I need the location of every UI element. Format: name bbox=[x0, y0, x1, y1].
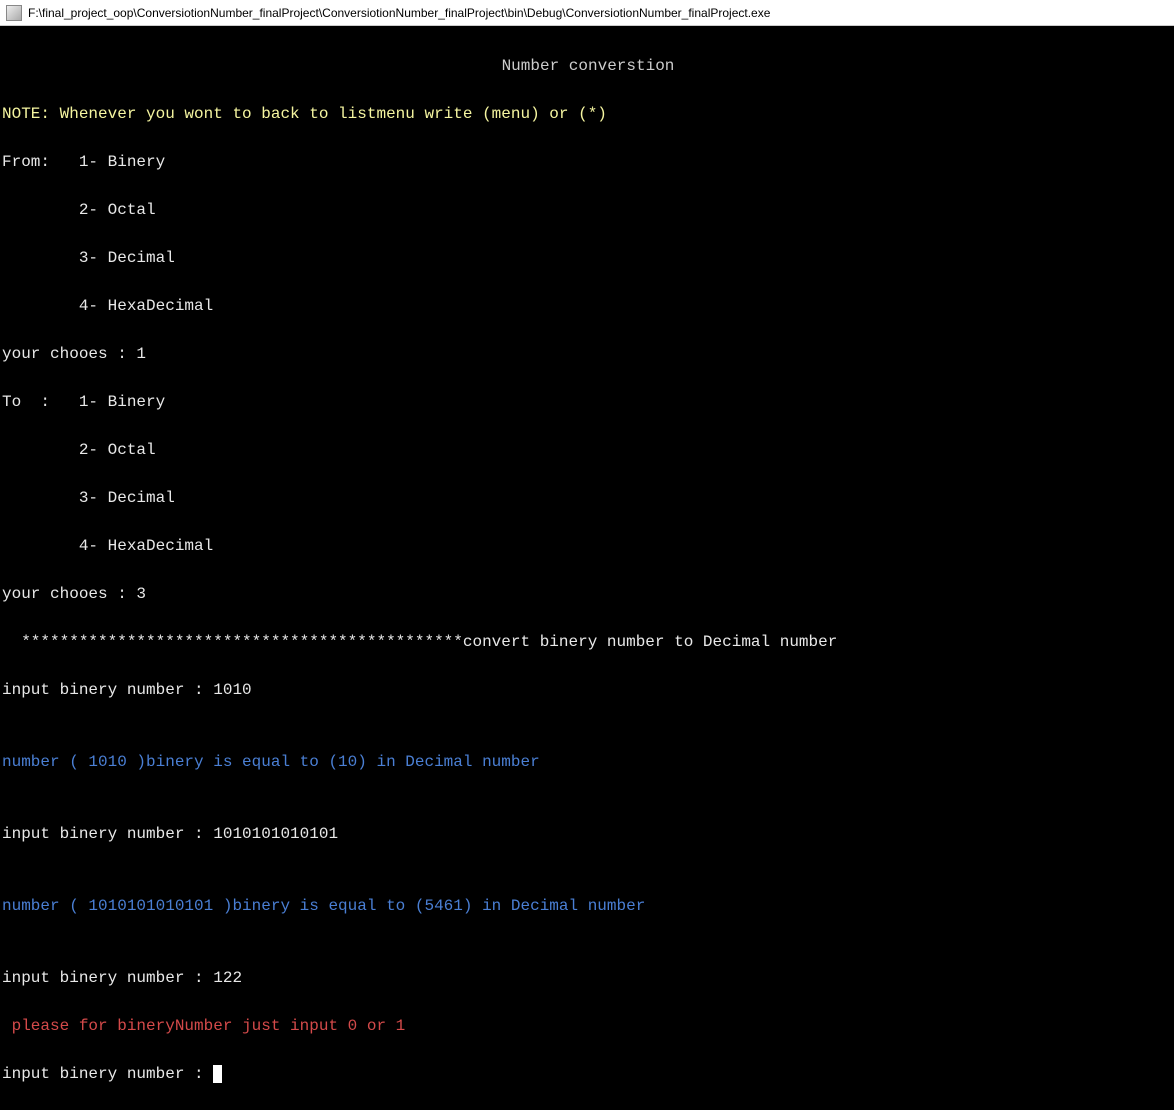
input-line-1: input binery number : 1010 bbox=[2, 678, 1174, 702]
divider-line: ****************************************… bbox=[2, 630, 1174, 654]
from-menu-line-2: 2- Octal bbox=[2, 198, 1174, 222]
from-menu-line-1: From: 1- Binery bbox=[2, 150, 1174, 174]
to-menu-line-2: 2- Octal bbox=[2, 438, 1174, 462]
input-prompt-text: input binery number : bbox=[2, 1065, 213, 1083]
text-cursor bbox=[213, 1065, 222, 1083]
error-line: please for bineryNumber just input 0 or … bbox=[2, 1014, 1174, 1038]
app-icon bbox=[6, 5, 22, 21]
to-menu-line-3: 3- Decimal bbox=[2, 486, 1174, 510]
console-heading: Number converstion bbox=[2, 54, 1174, 78]
input-line-2: input binery number : 1010101010101 bbox=[2, 822, 1174, 846]
to-menu-line-4: 4- HexaDecimal bbox=[2, 534, 1174, 558]
input-prompt-current: input binery number : bbox=[2, 1062, 1174, 1086]
console-note: NOTE: Whenever you wont to back to listm… bbox=[2, 102, 1174, 126]
window-title: F:\final_project_oop\ConversiotionNumber… bbox=[28, 6, 770, 20]
from-menu-line-4: 4- HexaDecimal bbox=[2, 294, 1174, 318]
window-title-bar[interactable]: F:\final_project_oop\ConversiotionNumber… bbox=[0, 0, 1174, 26]
from-menu-line-3: 3- Decimal bbox=[2, 246, 1174, 270]
choice-to: your chooes : 3 bbox=[2, 582, 1174, 606]
choice-from: your chooes : 1 bbox=[2, 342, 1174, 366]
input-line-3: input binery number : 122 bbox=[2, 966, 1174, 990]
result-line-1: number ( 1010 )binery is equal to (10) i… bbox=[2, 750, 1174, 774]
console-output[interactable]: Number converstion NOTE: Whenever you wo… bbox=[0, 26, 1174, 667]
result-line-2: number ( 1010101010101 )binery is equal … bbox=[2, 894, 1174, 918]
to-menu-line-1: To : 1- Binery bbox=[2, 390, 1174, 414]
